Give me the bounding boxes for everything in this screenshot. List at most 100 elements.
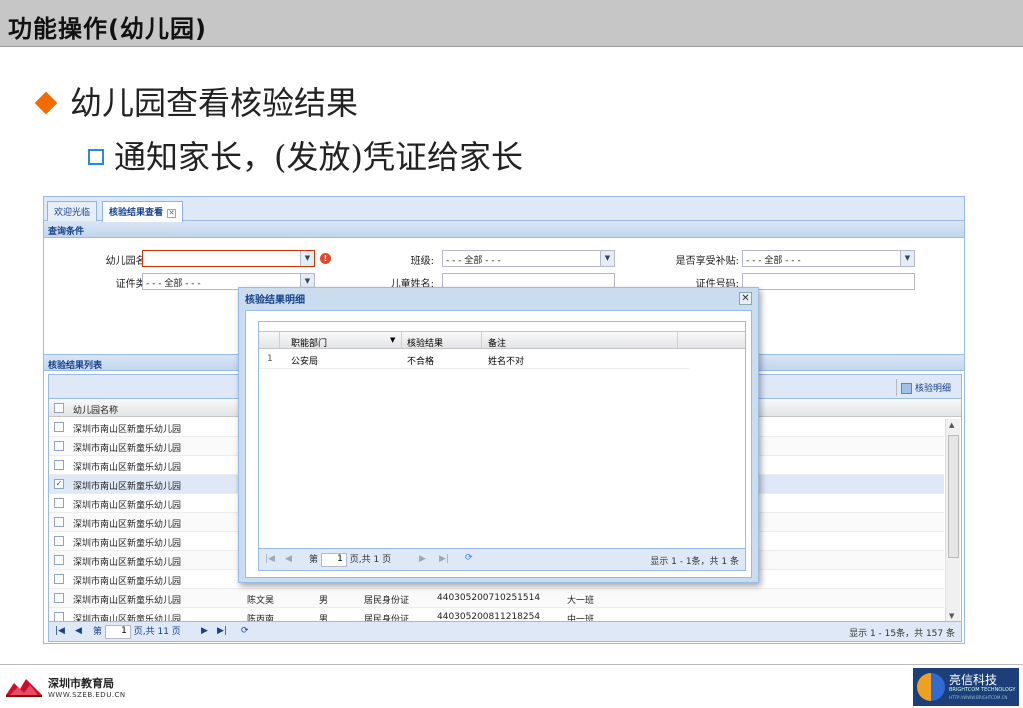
- next-page-icon[interactable]: ▶: [201, 626, 208, 636]
- tab-welcome[interactable]: 欢迎光临: [47, 201, 98, 221]
- bullet-level2: 通知家长，(发放)凭证给家长: [88, 132, 523, 178]
- last-page-icon[interactable]: ▶|: [439, 554, 449, 564]
- chevron-down-icon[interactable]: ▼: [600, 251, 614, 266]
- kindergarten-combo[interactable]: ▼: [142, 250, 315, 267]
- row-checkbox[interactable]: [54, 555, 64, 565]
- bullet-text: 通知家长，(发放)凭证给家长: [114, 138, 523, 176]
- refresh-icon[interactable]: ⟳: [241, 626, 249, 636]
- child-name-cell: 陈丙南: [247, 615, 275, 621]
- row-checkbox[interactable]: [54, 460, 64, 470]
- pager-status: 显示 1 - 1条，共 1 条: [650, 557, 739, 567]
- column-result[interactable]: 核验结果: [407, 336, 443, 349]
- column-kindergarten[interactable]: 幼儿园名称: [73, 403, 118, 416]
- prev-page-icon[interactable]: ◀: [285, 554, 292, 564]
- column-dept[interactable]: 职能部门: [291, 336, 327, 349]
- brightcom-logo: 亮信科技 BRIGHTCOM TECHNOLOGY HTTP://WWW.BRI…: [913, 668, 1019, 706]
- last-page-icon[interactable]: ▶|: [217, 626, 227, 636]
- page-box: 第 1 页,共 11 页: [93, 624, 181, 639]
- kindergarten-cell: 深圳市南山区新童乐幼儿园: [73, 596, 182, 606]
- query-panel-header[interactable]: 查询条件: [44, 221, 964, 238]
- row-checkbox[interactable]: [54, 441, 64, 451]
- close-icon[interactable]: ✕: [739, 292, 752, 305]
- slide-title: 功能操作(幼儿园): [8, 15, 207, 43]
- row-checkbox[interactable]: ✓: [54, 479, 64, 489]
- chevron-down-icon[interactable]: ▼: [300, 251, 314, 266]
- class-label: 班级:: [410, 256, 434, 267]
- tab-bar: 欢迎光临 核验结果查看 ✕: [44, 197, 964, 222]
- page-box: 第 1 页,共 1 页: [309, 552, 392, 567]
- kindergarten-cell: 深圳市南山区新童乐幼儿园: [73, 501, 182, 511]
- column-note[interactable]: 备注: [488, 336, 506, 349]
- kindergarten-cell: 深圳市南山区新童乐幼儿园: [73, 444, 182, 454]
- row-number: 1: [267, 354, 273, 364]
- cert-no-input[interactable]: [742, 273, 915, 290]
- scroll-thumb[interactable]: [948, 435, 959, 558]
- row-checkbox[interactable]: [54, 517, 64, 527]
- row-checkbox[interactable]: [54, 574, 64, 584]
- kindergarten-cell: 深圳市南山区新童乐幼儿园: [73, 482, 182, 492]
- row-checkbox[interactable]: [54, 498, 64, 508]
- diamond-bullet-icon: [34, 91, 58, 114]
- scroll-down-icon[interactable]: ▼: [949, 612, 954, 620]
- bullet-level1: 幼儿园查看核验结果: [34, 78, 359, 124]
- refresh-icon[interactable]: ⟳: [465, 553, 473, 563]
- detail-icon: [900, 383, 912, 394]
- note-cell: 姓名不对: [488, 357, 525, 367]
- page-input[interactable]: 1: [104, 624, 131, 639]
- bureau-emblem-icon: [6, 679, 42, 697]
- logo-cn: 亮信科技: [949, 673, 998, 687]
- first-page-icon[interactable]: |◀: [55, 626, 65, 636]
- kindergarten-cell: 深圳市南山区新童乐幼儿园: [73, 577, 182, 587]
- subsidy-label: 是否享受补贴:: [675, 256, 739, 267]
- detail-pager: |◀ ◀ 第 1 页,共 1 页 ▶ ▶| ⟳ 显示 1 - 1条，共 1 条: [259, 548, 745, 570]
- pager-status: 显示 1 - 15条，共 157 条: [849, 629, 955, 639]
- tab-verify-results[interactable]: 核验结果查看 ✕: [102, 201, 184, 222]
- row-checkbox[interactable]: [54, 422, 64, 432]
- slide-header: 功能操作(幼儿园): [0, 0, 1023, 47]
- select-all-checkbox[interactable]: [54, 403, 64, 413]
- logo-url: WWW.SZEB.EDU.CN: [48, 691, 126, 699]
- subsidy-combo[interactable]: - - - 全部 - - - ▼: [742, 250, 915, 267]
- chevron-down-icon[interactable]: ▼: [390, 336, 395, 344]
- detail-row[interactable]: 1 公安局 不合格 姓名不对: [259, 350, 689, 369]
- page-input[interactable]: 1: [320, 552, 347, 567]
- close-icon[interactable]: ✕: [167, 209, 177, 218]
- dialog-title: 核验结果明细: [245, 295, 305, 306]
- scroll-up-icon[interactable]: ▲: [949, 421, 954, 429]
- table-row[interactable]: 深圳市南山区新童乐幼儿园 陈丙南 男 居民身份证 440305200811218254 中…: [49, 608, 944, 621]
- next-page-icon[interactable]: ▶: [419, 554, 426, 564]
- detail-grid-header: 职能部门 ▼ 核验结果 备注: [259, 331, 745, 349]
- first-page-icon[interactable]: |◀: [265, 554, 275, 564]
- gender-cell: 男: [319, 615, 329, 621]
- vertical-scrollbar[interactable]: ▲ ▼: [945, 419, 960, 622]
- detail-grid: 职能部门 ▼ 核验结果 备注 1 公安局 不合格 姓名不对 |◀ ◀ 第 1 页…: [258, 321, 746, 571]
- cert-type-cell: 居民身份证: [364, 596, 410, 606]
- kindergarten-cell: 深圳市南山区新童乐幼儿园: [73, 558, 182, 568]
- logo-title: 深圳市教育局: [48, 677, 114, 690]
- dialog-body: 职能部门 ▼ 核验结果 备注 1 公安局 不合格 姓名不对 |◀ ◀ 第 1 页…: [245, 310, 752, 578]
- class-cell: 中一班: [567, 615, 595, 621]
- footer-divider: [0, 664, 1023, 665]
- chevron-down-icon[interactable]: ▼: [900, 251, 914, 266]
- class-combo[interactable]: - - - 全部 - - - ▼: [442, 250, 615, 267]
- kindergarten-cell: 深圳市南山区新童乐幼儿园: [73, 463, 182, 473]
- detail-dialog: 核验结果明细 ✕ 职能部门 ▼ 核验结果 备注 1 公安局 不合格 姓名不对 |…: [238, 287, 759, 583]
- cert-type-cell: 居民身份证: [364, 615, 410, 621]
- row-checkbox[interactable]: [54, 536, 64, 546]
- grid-pager: |◀ ◀ 第 1 页,共 11 页 ▶ ▶| ⟳ 显示 1 - 15条，共 15…: [49, 621, 961, 641]
- logo-en: BRIGHTCOM TECHNOLOGY: [949, 687, 1016, 693]
- bullet-text: 幼儿园查看核验结果: [70, 84, 359, 122]
- row-checkbox[interactable]: [54, 593, 64, 603]
- result-cell: 不合格: [407, 357, 435, 367]
- prev-page-icon[interactable]: ◀: [75, 626, 82, 636]
- table-row[interactable]: 深圳市南山区新童乐幼儿园 陈文昊 男 居民身份证 440305200710251514 大…: [49, 589, 944, 608]
- verify-detail-button[interactable]: 核验明细: [895, 379, 955, 396]
- logo-url: HTTP://WWW.BRIGHTCOM.CN: [949, 695, 1008, 700]
- child-name-cell: 陈文昊: [247, 596, 275, 606]
- dialog-header[interactable]: 核验结果明细 ✕: [239, 288, 758, 308]
- error-icon: !: [320, 253, 331, 264]
- kindergarten-cell: 深圳市南山区新童乐幼儿园: [73, 539, 182, 549]
- row-checkbox[interactable]: [54, 612, 64, 621]
- kindergarten-cell: 深圳市南山区新童乐幼儿园: [73, 615, 182, 621]
- cert-no-cell: 440305200710251514: [437, 593, 541, 603]
